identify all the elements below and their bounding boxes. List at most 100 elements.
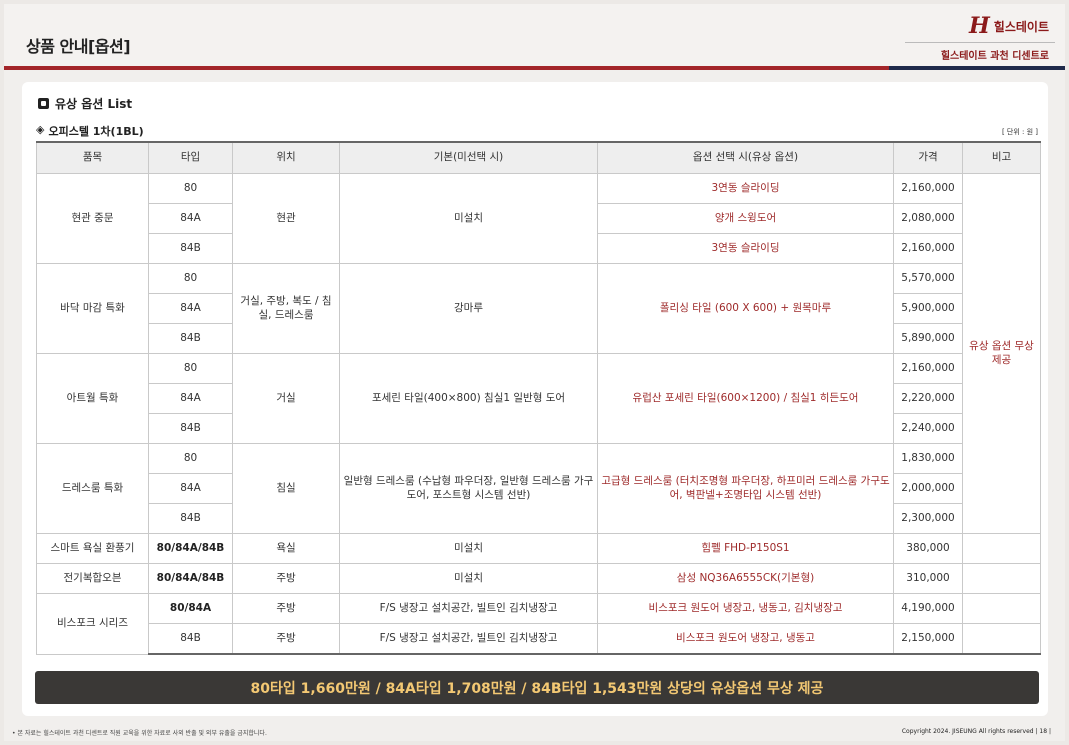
location-cell: 침실 bbox=[232, 443, 340, 534]
location-cell: 욕실 bbox=[232, 533, 340, 564]
type-cell: 84A bbox=[148, 383, 233, 414]
header-item: 품목 bbox=[36, 141, 149, 174]
item-cell: 비스포크 시리즈 bbox=[36, 593, 149, 655]
header-basic: 기본(미선택 시) bbox=[339, 141, 598, 174]
section-subtitle: ◈ 오피스텔 1차(1BL) bbox=[36, 123, 144, 139]
option-cell: 삼성 NQ36A6555CK(기본형) bbox=[597, 563, 894, 594]
item-cell: 스마트 욕실 환풍기 bbox=[36, 533, 149, 564]
type-cell: 84B bbox=[148, 413, 233, 444]
header-price: 가격 bbox=[893, 141, 963, 174]
option-cell: 폴리싱 타일 (600 X 600) + 원목마루 bbox=[597, 263, 894, 354]
price-cell: 2,240,000 bbox=[893, 413, 963, 444]
location-cell: 거실, 주방, 복도 / 침실, 드레스룸 bbox=[232, 263, 340, 354]
header-note: 비고 bbox=[962, 141, 1041, 174]
price-cell: 2,160,000 bbox=[893, 353, 963, 384]
type-cell: 84A bbox=[148, 473, 233, 504]
note-cell-empty bbox=[962, 533, 1041, 564]
unit-label: [ 단위 : 원 ] bbox=[1001, 128, 1038, 136]
price-cell: 2,300,000 bbox=[893, 503, 963, 534]
table-row: 84B 주방 F/S 냉장고 설치공간, 빌트인 김치냉장고 비스포크 원도어 … bbox=[37, 623, 1041, 655]
header-divider bbox=[905, 42, 1055, 43]
table-header-row: 품목 타입 위치 기본(미선택 시) 옵션 선택 시(유상 옵션) 가격 비고 bbox=[36, 141, 1041, 174]
price-cell: 5,570,000 bbox=[893, 263, 963, 294]
price-cell: 1,830,000 bbox=[893, 443, 963, 474]
basic-cell: 강마루 bbox=[339, 263, 598, 354]
table-row: 전기복합오븐 80/84A/84B 주방 미설치 삼성 NQ36A6555CK(… bbox=[36, 563, 1041, 594]
basic-cell: F/S 냉장고 설치공간, 빌트인 김치냉장고 bbox=[339, 593, 598, 624]
brand-logo: H 힐스테이트 bbox=[969, 12, 1049, 40]
location-cell: 현관 bbox=[232, 173, 340, 264]
brand-logo-text: 힐스테이트 bbox=[993, 19, 1049, 34]
project-name: 힐스테이트 과천 디센트로 bbox=[940, 51, 1049, 62]
type-cell: 84B bbox=[148, 323, 233, 354]
table-row: 현관 중문 80 현관 미설치 3연동 슬라이딩 2,160,000 유상 옵션… bbox=[36, 173, 1041, 534]
promo-banner: 80타입 1,660만원 / 84A타입 1,708만원 / 84B타입 1,5… bbox=[35, 671, 1039, 704]
basic-cell: 미설치 bbox=[339, 533, 598, 564]
type-cell: 80 bbox=[148, 263, 233, 294]
page-number: | 18 | bbox=[1035, 728, 1052, 735]
price-cell: 2,160,000 bbox=[893, 233, 963, 264]
page-title: 상품 안내[옵션] bbox=[26, 37, 131, 56]
item-cell: 현관 중문 bbox=[36, 173, 149, 264]
type-cell: 80/84A/84B bbox=[148, 563, 233, 594]
accent-line-navy bbox=[889, 66, 1065, 70]
note-cell: 유상 옵션 무상 제공 bbox=[962, 173, 1041, 534]
type-cell: 80/84A/84B bbox=[148, 533, 233, 564]
table-row: 스마트 욕실 환풍기 80/84A/84B 욕실 미설치 힘펠 FHD-P150… bbox=[36, 533, 1041, 564]
table-row: 바닥 마감 특화 80 거실, 주방, 복도 / 침실, 드레스룸 강마루 폴리… bbox=[36, 263, 1041, 354]
option-cell: 유럽산 포세린 타일(600×1200) / 침실1 히든도어 bbox=[597, 353, 894, 444]
option-table: 품목 타입 위치 기본(미선택 시) 옵션 선택 시(유상 옵션) 가격 비고 … bbox=[36, 141, 1041, 655]
footer-copyright: Copyright 2024. JISEUNG All rights reser… bbox=[902, 728, 1051, 735]
price-cell: 2,150,000 bbox=[893, 623, 963, 655]
price-cell: 310,000 bbox=[893, 563, 963, 594]
square-bullet-icon bbox=[38, 98, 49, 109]
item-cell: 아트월 특화 bbox=[36, 353, 149, 444]
type-cell: 84B bbox=[148, 233, 233, 264]
table-row: 비스포크 시리즈 80/84A 주방 F/S 냉장고 설치공간, 빌트인 김치냉… bbox=[36, 593, 1041, 655]
price-cell: 2,160,000 bbox=[893, 173, 963, 204]
option-cell: 비스포크 원도어 냉장고, 냉동고 bbox=[597, 623, 894, 655]
item-cell: 바닥 마감 특화 bbox=[36, 263, 149, 354]
table-row: 드레스룸 특화 80 침실 일반형 드레스룸 (수납형 파우더장, 일반형 드레… bbox=[36, 443, 1041, 534]
price-cell: 5,900,000 bbox=[893, 293, 963, 324]
price-cell: 5,890,000 bbox=[893, 323, 963, 354]
type-cell: 84A bbox=[148, 203, 233, 234]
accent-line-red bbox=[4, 66, 889, 70]
copyright-text: Copyright 2024. JISEUNG All rights reser… bbox=[901, 728, 1034, 735]
header-option: 옵션 선택 시(유상 옵션) bbox=[597, 141, 894, 174]
content-card: 유상 옵션 List ◈ 오피스텔 1차(1BL) [ 단위 : 원 ] 품목 … bbox=[22, 82, 1048, 716]
note-cell-empty bbox=[962, 623, 1041, 655]
basic-cell: 미설치 bbox=[339, 563, 598, 594]
footer-disclaimer: • 본 자료는 힐스테이트 과천 디센트로 직원 교육을 위한 자료로 사외 반… bbox=[12, 730, 267, 737]
type-cell: 84B bbox=[148, 503, 233, 534]
header-bar: 상품 안내[옵션] H 힐스테이트 힐스테이트 과천 디센트로 bbox=[4, 4, 1065, 66]
type-cell: 80 bbox=[148, 173, 233, 204]
option-cell: 3연동 슬라이딩 bbox=[597, 233, 894, 264]
item-cell: 전기복합오븐 bbox=[36, 563, 149, 594]
note-cell-empty bbox=[962, 563, 1041, 594]
diamond-bullet-icon: ◈ bbox=[36, 123, 45, 136]
price-cell: 2,000,000 bbox=[893, 473, 963, 504]
option-cell: 고급형 드레스룸 (터치조명형 파우더장, 하프미러 드레스룸 가구도어, 벽판… bbox=[597, 443, 894, 534]
note-cell-empty bbox=[962, 593, 1041, 624]
price-cell: 2,080,000 bbox=[893, 203, 963, 234]
type-cell: 80/84A bbox=[148, 593, 233, 624]
price-cell: 4,190,000 bbox=[893, 593, 963, 624]
location-cell: 주방 bbox=[232, 563, 340, 594]
type-cell: 80 bbox=[148, 353, 233, 384]
basic-cell: 포세린 타일(400×800) 침실1 일반형 도어 bbox=[339, 353, 598, 444]
option-cell: 비스포크 원도어 냉장고, 냉동고, 김치냉장고 bbox=[597, 593, 894, 624]
type-cell: 84A bbox=[148, 293, 233, 324]
table-row: 아트월 특화 80 거실 포세린 타일(400×800) 침실1 일반형 도어 … bbox=[36, 353, 1041, 444]
location-cell: 거실 bbox=[232, 353, 340, 444]
header-type: 타입 bbox=[148, 141, 233, 174]
option-cell: 3연동 슬라이딩 bbox=[597, 173, 894, 204]
basic-cell: F/S 냉장고 설치공간, 빌트인 김치냉장고 bbox=[339, 623, 598, 655]
basic-cell: 미설치 bbox=[339, 173, 598, 264]
option-cell: 힘펠 FHD-P150S1 bbox=[597, 533, 894, 564]
brand-logo-mark: H bbox=[969, 13, 990, 39]
section-title: 유상 옵션 List bbox=[38, 95, 132, 112]
option-cell: 양개 스윙도어 bbox=[597, 203, 894, 234]
basic-cell: 일반형 드레스룸 (수납형 파우더장, 일반형 드레스룸 가구도어, 포스트형 … bbox=[339, 443, 598, 534]
location-cell: 주방 bbox=[232, 593, 340, 624]
